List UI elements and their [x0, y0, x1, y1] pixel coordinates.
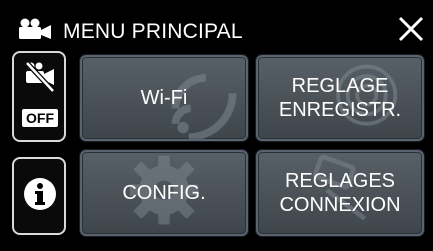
- operation-sound-toggle[interactable]: OFF: [12, 51, 66, 142]
- menu-title: MENU PRINCIPAL: [63, 20, 243, 43]
- no-camera-sound-icon: [25, 61, 55, 93]
- info-icon: [24, 178, 56, 210]
- config-tile-label: CONFIG.: [82, 152, 246, 234]
- config-tile[interactable]: CONFIG.: [80, 150, 248, 236]
- header: MENU PRINCIPAL: [0, 0, 433, 46]
- record-settings-tile[interactable]: REGLAGE ENREGISTR.: [256, 55, 424, 141]
- tile-line: CONFIG.: [122, 182, 206, 204]
- movie-camera-icon: [19, 18, 51, 39]
- tile-line: REGLAGE: [291, 75, 389, 97]
- tile-line: REGLAGES: [284, 170, 396, 192]
- record-settings-tile-label: REGLAGE ENREGISTR.: [258, 57, 422, 139]
- main-menu-screen: MENU PRINCIPAL OFF Wi-Fi REGLAGE ENREGIS…: [0, 0, 433, 251]
- info-button[interactable]: [12, 157, 66, 235]
- off-badge: OFF: [22, 109, 58, 127]
- wifi-tile[interactable]: Wi-Fi: [80, 55, 248, 141]
- connection-settings-tile[interactable]: REGLAGES CONNEXION: [256, 150, 424, 236]
- close-icon[interactable]: [396, 14, 426, 44]
- wifi-tile-label: Wi-Fi: [82, 57, 246, 139]
- connection-settings-tile-label: REGLAGES CONNEXION: [258, 152, 422, 234]
- tile-line: ENREGISTR.: [278, 99, 402, 121]
- tile-line: CONNEXION: [279, 194, 401, 216]
- tile-line: Wi-Fi: [140, 87, 188, 109]
